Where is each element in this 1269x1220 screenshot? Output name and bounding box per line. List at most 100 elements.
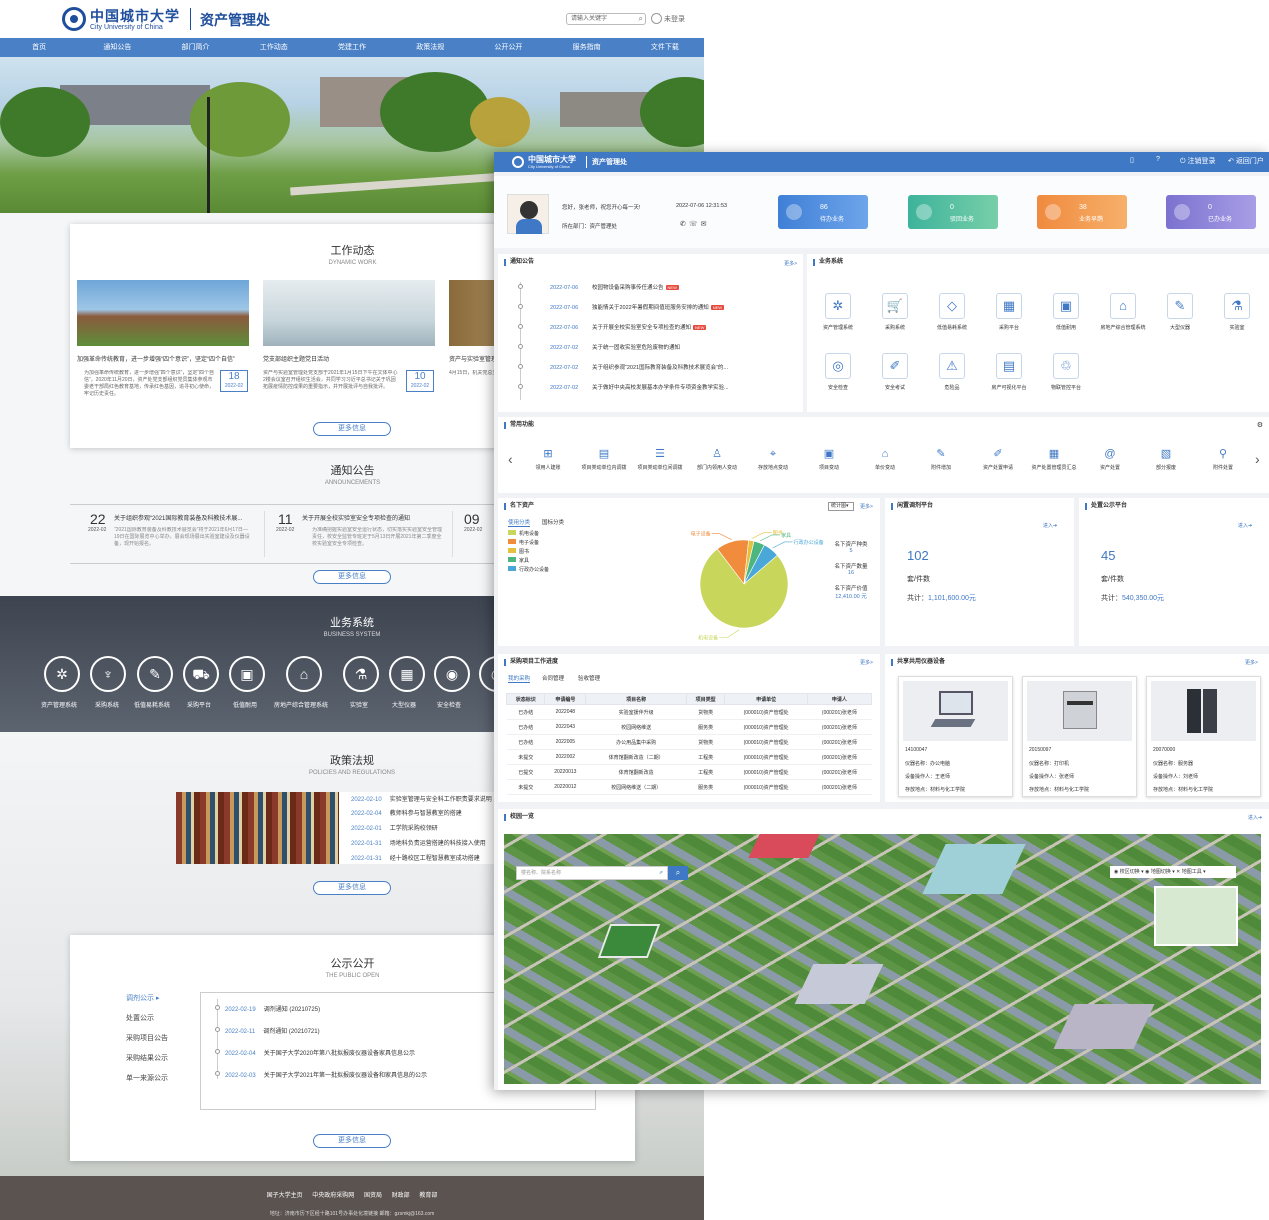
real-estate-icon[interactable]: ⌂ [1110,293,1136,319]
policy-item[interactable]: 2022-02-04 教师科参与智慧教室的搭建 [351,808,462,817]
function-icon[interactable]: ▣ [822,447,836,461]
campus-switch[interactable]: ◉ 校区切换 ▾ [1114,869,1144,875]
map-switch[interactable]: ◉ 地图切换 ▾ [1145,869,1175,875]
safety-check-icon[interactable]: ◉ [434,656,470,692]
footer-link[interactable]: 中央政府采购网 [312,1193,354,1199]
stat-card-early[interactable]: 38 业务早鹊 [1037,195,1127,229]
hazard-icon[interactable]: ⚠ [939,353,965,379]
campus-enter-link[interactable]: 进入➔ [1248,814,1262,821]
idle-enter-link[interactable]: 进入➔ [1043,522,1057,529]
footer-link[interactable]: 国资局 [364,1193,382,1199]
table-row[interactable]: 已办结 2022048 实验室援伴升级 货物类 (000010)资产管理处 (000201… [506,704,872,720]
function-icon[interactable]: ▤ [597,447,611,461]
tab-usage-class[interactable]: 使用分类 [508,518,531,527]
laboratory-icon[interactable]: ⚗ [1224,293,1250,319]
minimap[interactable] [1154,886,1238,946]
purchase-platform-icon[interactable]: ⛟ [183,656,219,692]
news-title[interactable]: 加强革命传统教育，进一步增强“四个意识”，坚定“四个自信” [77,354,252,363]
notice-item[interactable]: 2022-07-06 关于开展全校实验室安全专项检查的通知 NEW [550,323,707,331]
purchase-system-icon[interactable]: ♆ [90,656,126,692]
open-item[interactable]: 2022-02-11 调剂通知 (20210721) [225,1026,320,1035]
policy-item[interactable]: 2022-02-10 实验室管理与安全科工作职责要求说明 [351,794,492,803]
mobile-icon[interactable]: ▯ [1130,156,1134,164]
open-category[interactable]: 单一来源公示 [126,1073,168,1083]
notice-item[interactable]: 2022-07-06 校园物设备采购事传任通公告 NEW [550,283,679,291]
nav-item[interactable]: 政策法规 [391,38,469,57]
open-item[interactable]: 2022-02-19 调剂通知 (20210725) [225,1004,320,1013]
equipment-card[interactable]: 20150097 仪器名称：打印机 设备操作人：张老师 存放地点：材料与化工学院 [1022,676,1137,797]
assets-more-link[interactable]: 更多> [860,503,873,510]
function-icon[interactable]: ♙ [710,447,724,461]
open-item[interactable]: 2022-02-04 关于国子大学2020年第八批拟报废仪器设备家具信息公示 [225,1048,415,1057]
nav-item[interactable]: 通知公告 [78,38,156,57]
policy-item[interactable]: 2022-01-31 场地科负责运营搭建的科技接入使用 [351,838,486,847]
function-icon[interactable]: ✎ [934,447,948,461]
logout-button[interactable]: ⏻ 注销登录 [1180,156,1215,166]
policy-item[interactable]: 2022-02-01 工学院采购校领研 [351,823,438,832]
notice-more-link[interactable]: 更多> [784,260,797,267]
asset-system-icon[interactable]: ✲ [44,656,80,692]
purchase-system-icon[interactable]: 🛒 [882,293,908,319]
stat-card-rejected[interactable]: 0 驳回业务 [908,195,998,229]
function-icon[interactable]: ▧ [1159,447,1173,461]
help-icon[interactable]: ? [1156,156,1160,163]
table-row[interactable]: 已提交 20220013 体育馆翻新改造 工程类 (000010)资产管理处 (00020… [506,764,872,780]
ann-title[interactable]: 关于组织参观“2021国际教育装备及科教技术展... [114,513,242,522]
function-icon[interactable]: ⌖ [766,447,780,461]
open-category-active[interactable]: 调剂公示 ▸ [126,993,159,1003]
safety-exam-icon[interactable]: ✐ [882,353,908,379]
news-image[interactable] [77,280,249,346]
function-icon[interactable]: ⌂ [878,447,892,461]
safety-check-icon[interactable]: ◎ [825,353,851,379]
nav-item[interactable]: 首页 [0,38,78,57]
purchase-more-link[interactable]: 更多> [860,659,873,666]
map-search-button[interactable]: ⌕ [668,866,688,880]
user-icon[interactable] [651,13,662,24]
durable-icon[interactable]: ▣ [1053,293,1079,319]
announcement-more-button[interactable]: 更多信息 [313,570,391,584]
ann-title[interactable]: 关于开展全校实验室安全专项检查的通知 [302,513,410,522]
function-icon[interactable]: ⚲ [1216,447,1230,461]
policy-more-button[interactable]: 更多信息 [313,881,391,895]
news-title[interactable]: 党支部组织主题党日活动 [263,354,438,363]
policy-item[interactable]: 2022-01-31 经十路校区工程智慧教室成功搭建 [351,853,480,862]
nav-item[interactable]: 党建工作 [313,38,391,57]
asset-system-icon[interactable]: ✲ [825,293,851,319]
nav-item[interactable]: 服务指南 [548,38,626,57]
prev-arrow-icon[interactable]: ‹ [508,451,513,467]
function-icon[interactable]: ⊞ [541,447,555,461]
contact-icons[interactable]: ✆☏✉ [680,220,709,228]
news-image[interactable] [263,280,435,346]
notice-item[interactable]: 2022-07-06 独能情关于2022年暑假期间值班服务安排的通知 NEW [550,303,725,311]
equipment-more-link[interactable]: 更多> [1245,659,1258,666]
function-icon[interactable]: ✐ [991,447,1005,461]
notice-item[interactable]: 2022-07-02 关于组织参观“2021国际教育装备及科教技术展览会”的... [550,363,728,371]
function-icon[interactable]: ▦ [1047,447,1061,461]
large-instrument-icon[interactable]: ✎ [1167,293,1193,319]
function-icon[interactable]: @ [1103,447,1117,461]
purchase-platform-icon[interactable]: ▦ [996,293,1022,319]
search-input[interactable]: 请输入关键字 ⌕ [566,13,646,25]
open-category[interactable]: 处置公示 [126,1013,154,1023]
open-more-button[interactable]: 更多信息 [313,1134,391,1148]
notice-item[interactable]: 2022-07-02 关于统一固收实验室危险废物的通知 [550,343,680,351]
iot-icon[interactable]: ♲ [1053,353,1079,379]
settings-icon[interactable]: ⚙ [1257,421,1263,429]
equipment-card[interactable]: 14100047 仪器名称：办公电脑 设备操作人：王老师 存放地点：材料与化工学… [898,676,1013,797]
real-estate-icon[interactable]: ⌂ [286,656,322,692]
notice-item[interactable]: 2022-07-02 关于做好中央高校发展基本办学条件专项资金教学实验... [550,383,729,391]
chart-type-select[interactable]: 统计图▾ [828,502,854,511]
footer-link[interactable]: 国子大学主页 [267,1193,303,1199]
function-icon[interactable]: ☰ [653,447,667,461]
tab-acceptance[interactable]: 验收管理 [578,674,600,682]
footer-link[interactable]: 教育部 [419,1193,437,1199]
next-arrow-icon[interactable]: › [1255,451,1260,467]
open-category[interactable]: 采购项目公告 [126,1033,168,1043]
footer-link[interactable]: 财政部 [392,1193,410,1199]
school-logo[interactable] [62,7,86,31]
open-category[interactable]: 采购结果公示 [126,1053,168,1063]
tab-contract[interactable]: 合同管理 [542,674,564,682]
admin-logo[interactable] [512,156,524,168]
search-icon[interactable]: ⌕ [639,14,643,24]
open-item[interactable]: 2022-02-03 关于国子大学2021年第一批拟报废仪器设备和家具信息的公示 [225,1070,427,1079]
